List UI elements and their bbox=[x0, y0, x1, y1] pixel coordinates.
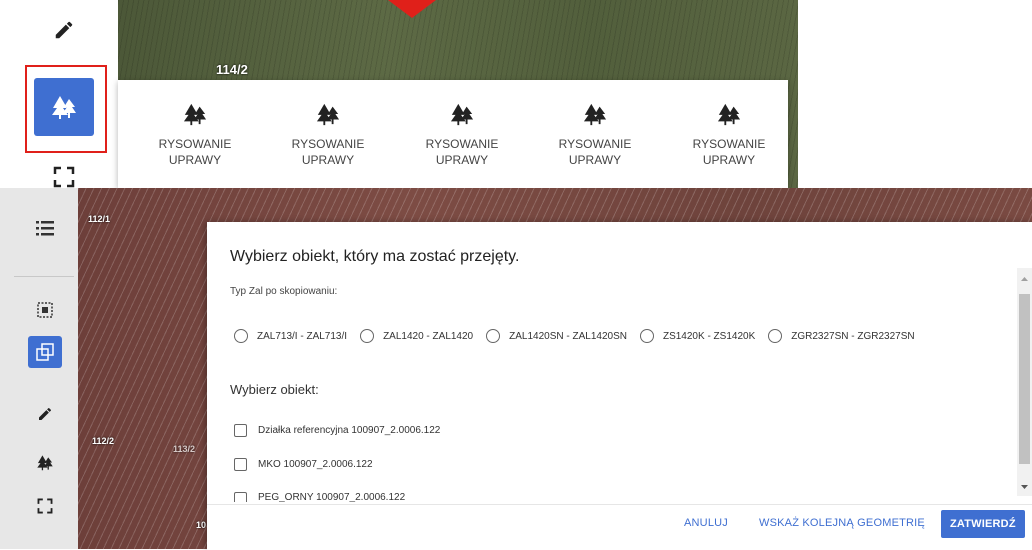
radio-label: ZAL1420 - ZAL1420 bbox=[383, 330, 474, 342]
dialog-footer: ANULUJ WSKAŻ KOLEJNĄ GEOMETRIĘ ZATWIERDŹ bbox=[207, 504, 1032, 550]
sidebar bbox=[0, 188, 78, 549]
forest-icon bbox=[450, 103, 474, 126]
next-geometry-button[interactable]: WSKAŻ KOLEJNĄ GEOMETRIĘ bbox=[759, 517, 925, 529]
confirm-button[interactable]: ZATWIERDŹ bbox=[941, 510, 1025, 538]
take-over-object-dialog: Wybierz obiekt, który ma zostać przejęty… bbox=[207, 222, 1032, 550]
draw-crop-label-line1: RYSOWANIE bbox=[692, 137, 766, 151]
scroll-down-icon[interactable] bbox=[1017, 482, 1032, 492]
radio-label: ZS1420K - ZS1420K bbox=[662, 330, 756, 342]
type-radio-option[interactable]: ZAL1420 - ZAL1420 bbox=[360, 329, 473, 343]
draw-crop-option-4[interactable]: RYSOWANIE UPRAWY bbox=[535, 102, 655, 168]
type-radio-option[interactable]: ZAL1420SN - ZAL1420SN bbox=[486, 329, 627, 343]
radio-circle-icon bbox=[486, 329, 501, 343]
cancel-button[interactable]: ANULUJ bbox=[684, 517, 728, 529]
checkbox-icon bbox=[234, 424, 247, 437]
forest-button[interactable] bbox=[34, 78, 94, 136]
type-radio-option[interactable]: ZAL713/I - ZAL713/I bbox=[234, 329, 347, 343]
forest-icon bbox=[316, 103, 340, 126]
sidebar-divider bbox=[14, 276, 74, 277]
object-label: PEG_ORNY 100907_2.0006.122 bbox=[258, 492, 406, 502]
parcel-label: 113/2 bbox=[173, 444, 196, 454]
checkbox-icon bbox=[234, 458, 247, 471]
draw-crop-label-line2: UPRAWY bbox=[435, 153, 489, 167]
scroll-thumb[interactable] bbox=[1019, 294, 1030, 464]
object-checkbox-row[interactable]: MKO 100907_2.0006.122 bbox=[234, 458, 373, 471]
draw-crop-label-line2: UPRAWY bbox=[301, 153, 355, 167]
radio-label: ZGR2327SN - ZGR2327SN bbox=[791, 330, 915, 342]
object-section-title: Wybierz obiekt: bbox=[230, 382, 319, 397]
top-toolbar bbox=[0, 0, 118, 188]
pencil-icon[interactable] bbox=[35, 10, 93, 50]
checkbox-icon bbox=[234, 492, 247, 502]
object-label: Działka referencyjna 100907_2.0006.122 bbox=[258, 425, 441, 436]
forest-icon bbox=[52, 96, 76, 119]
parcel-label: 112/2 bbox=[92, 436, 115, 446]
draw-crop-label-line1: RYSOWANIE bbox=[158, 137, 232, 151]
dialog-title: Wybierz obiekt, który ma zostać przejęty… bbox=[230, 248, 520, 265]
location-marker-icon bbox=[388, 0, 436, 18]
copy-geometry-icon[interactable] bbox=[28, 336, 62, 368]
draw-crop-option-5[interactable]: RYSOWANIE UPRAWY bbox=[669, 102, 788, 168]
draw-crop-label-line1: RYSOWANIE bbox=[425, 137, 499, 151]
draw-crop-popup: RYSOWANIE UPRAWY RYSOWANIE UPRAWY RYSOWA… bbox=[118, 80, 788, 188]
dialog-scrollbar[interactable] bbox=[1017, 268, 1032, 496]
draw-crop-label-line2: UPRAWY bbox=[568, 153, 622, 167]
draw-crop-option-3[interactable]: RYSOWANIE UPRAWY bbox=[402, 102, 522, 168]
draw-crop-option-1[interactable]: RYSOWANIE UPRAWY bbox=[135, 102, 255, 168]
select-rectangle-icon[interactable] bbox=[28, 490, 62, 522]
pencil-icon[interactable] bbox=[28, 398, 62, 430]
object-checkbox-row[interactable]: PEG_ORNY 100907_2.0006.122 bbox=[234, 492, 405, 502]
scroll-up-icon[interactable] bbox=[1017, 274, 1032, 284]
list-icon[interactable] bbox=[28, 212, 62, 244]
parcel-label: 114/2 bbox=[216, 62, 248, 77]
radio-circle-icon bbox=[360, 329, 375, 343]
draw-crop-label-line1: RYSOWANIE bbox=[558, 137, 632, 151]
type-radio-option[interactable]: ZS1420K - ZS1420K bbox=[639, 329, 756, 343]
object-checkbox-row[interactable]: Działka referencyjna 100907_2.0006.122 bbox=[234, 424, 440, 437]
forest-icon bbox=[583, 103, 607, 126]
forest-icon bbox=[183, 103, 207, 126]
radio-label: ZAL713/I - ZAL713/I bbox=[257, 330, 348, 342]
radio-circle-icon bbox=[768, 329, 783, 343]
forest-icon[interactable] bbox=[28, 446, 62, 478]
forest-icon bbox=[717, 103, 741, 126]
draw-crop-option-2[interactable]: RYSOWANIE UPRAWY bbox=[268, 102, 388, 168]
radio-circle-icon bbox=[234, 329, 248, 343]
type-label: Typ Zal po skopiowaniu: bbox=[230, 286, 338, 297]
radio-circle-icon bbox=[639, 329, 654, 343]
draw-crop-label-line2: UPRAWY bbox=[702, 153, 756, 167]
draw-crop-label-line2: UPRAWY bbox=[168, 153, 222, 167]
parcel-label: 112/1 bbox=[88, 214, 111, 224]
select-rectangle-icon[interactable] bbox=[35, 166, 93, 188]
parcel-label: 10 bbox=[196, 520, 207, 530]
type-radio-option[interactable]: ZGR2327SN - ZGR2327SN bbox=[768, 329, 915, 343]
type-radio-group: ZAL713/I - ZAL713/I ZAL1420 - ZAL1420 ZA… bbox=[234, 329, 928, 343]
radio-label: ZAL1420SN - ZAL1420SN bbox=[509, 330, 627, 342]
object-label: MKO 100907_2.0006.122 bbox=[258, 459, 373, 470]
select-area-icon[interactable] bbox=[28, 294, 62, 326]
draw-crop-label-line1: RYSOWANIE bbox=[291, 137, 365, 151]
